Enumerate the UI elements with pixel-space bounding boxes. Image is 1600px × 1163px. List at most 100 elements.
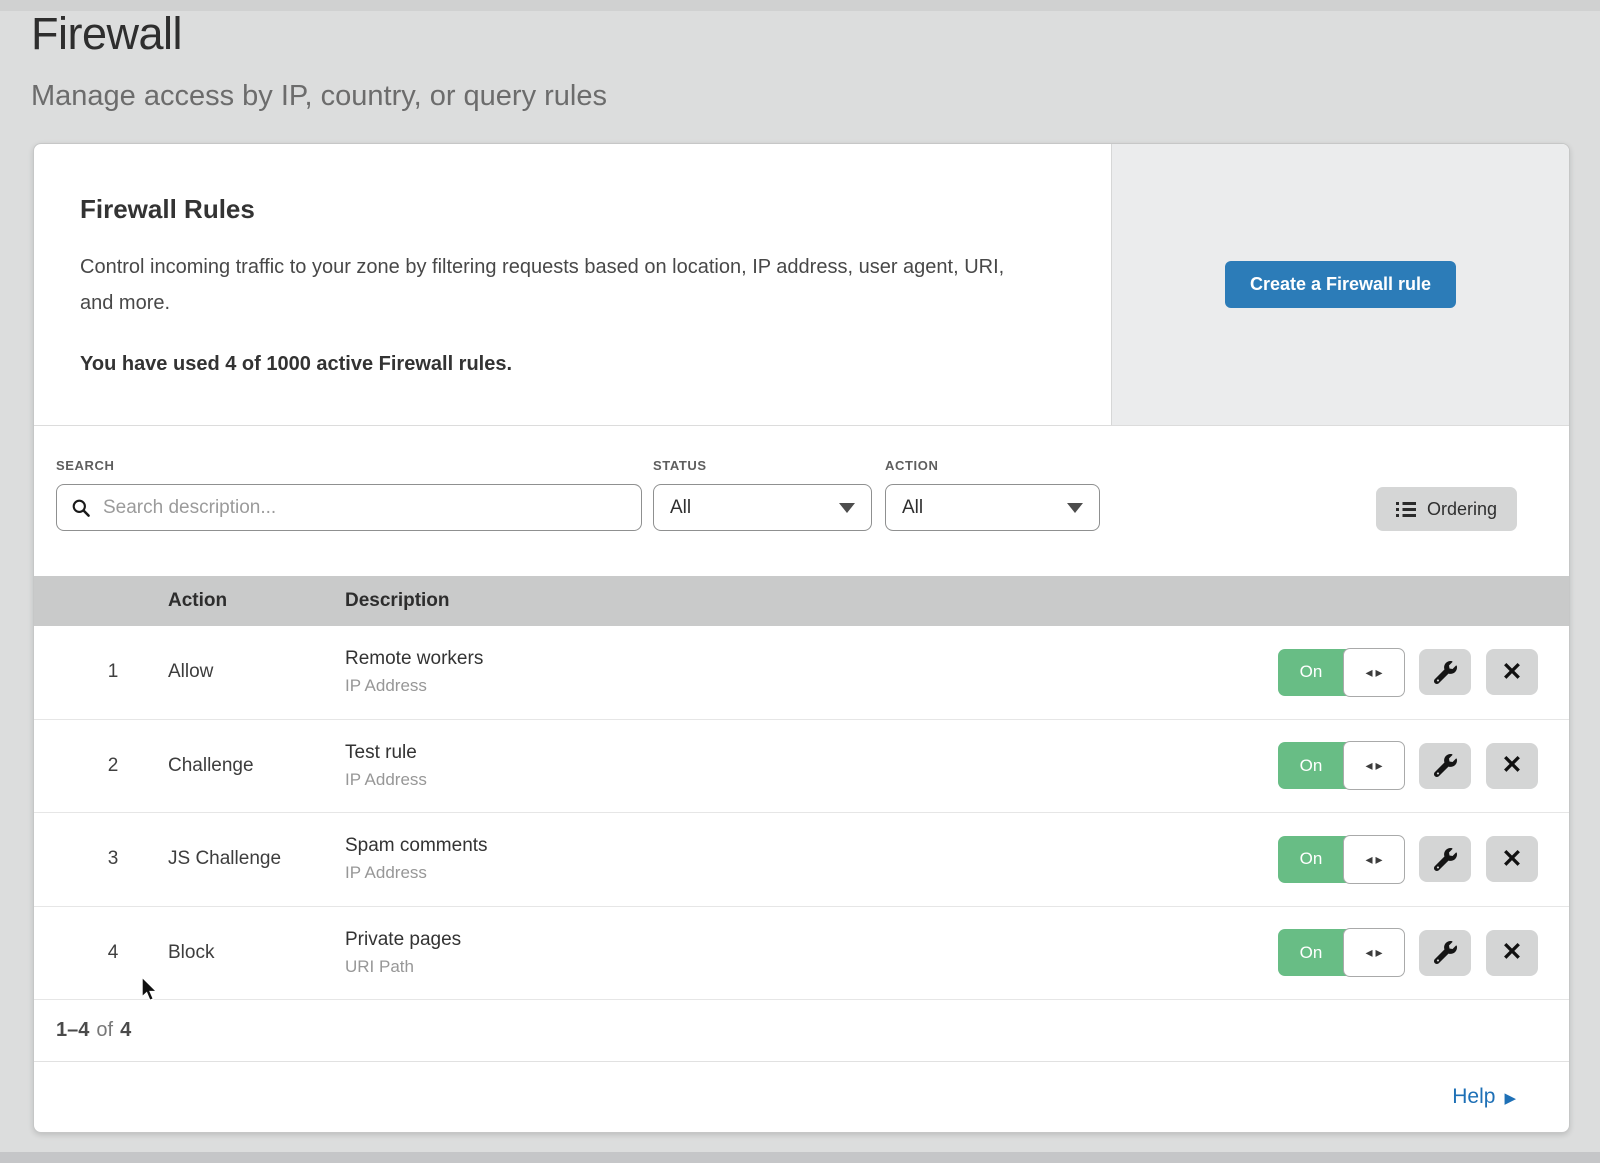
- toggle-on-segment[interactable]: On: [1278, 742, 1344, 789]
- row-number: 2: [34, 755, 168, 777]
- action-select-value: All: [902, 497, 923, 519]
- filters-section: SEARCH STATUS All ACTION All Ordering: [34, 426, 1569, 576]
- pagination-of-label: of: [96, 1019, 113, 1042]
- delete-rule-button[interactable]: ✕: [1486, 836, 1538, 882]
- edit-rule-button[interactable]: [1419, 649, 1471, 695]
- table-row: 4 Block Private pages URI Path On ◂ ▸: [34, 907, 1569, 1001]
- rule-toggle[interactable]: On ◂ ▸: [1278, 649, 1404, 696]
- row-description: Test rule IP Address: [345, 742, 1278, 790]
- intro-text-pane: Firewall Rules Control incoming traffic …: [34, 144, 1111, 425]
- firewall-rules-card: Firewall Rules Control incoming traffic …: [33, 143, 1570, 1133]
- pagination-total: 4: [120, 1019, 131, 1042]
- row-description-subtitle: URI Path: [345, 957, 1278, 977]
- row-action: Block: [168, 942, 345, 964]
- chevron-down-icon: [839, 503, 855, 513]
- ordering-list-icon: [1396, 501, 1416, 518]
- close-icon: ✕: [1502, 753, 1523, 778]
- toggle-arrow-left-icon: ◂: [1365, 664, 1372, 681]
- toggle-handle[interactable]: ◂ ▸: [1343, 835, 1405, 884]
- toggle-on-segment[interactable]: On: [1278, 929, 1344, 976]
- row-controls: On ◂ ▸ ✕: [1278, 649, 1569, 696]
- delete-rule-button[interactable]: ✕: [1486, 930, 1538, 976]
- intro-section: Firewall Rules Control incoming traffic …: [34, 144, 1569, 426]
- row-description-title: Private pages: [345, 929, 1278, 951]
- rule-toggle[interactable]: On ◂ ▸: [1278, 929, 1404, 976]
- ordering-button-label: Ordering: [1427, 499, 1497, 520]
- table-row: 1 Allow Remote workers IP Address On ◂ ▸: [34, 626, 1569, 720]
- row-description-subtitle: IP Address: [345, 676, 1278, 696]
- wrench-icon: [1434, 661, 1457, 684]
- toggle-handle[interactable]: ◂ ▸: [1343, 648, 1405, 697]
- create-rule-pane: Create a Firewall rule: [1111, 144, 1569, 425]
- toggle-arrow-right-icon: ▸: [1376, 944, 1383, 961]
- chevron-down-icon: [1067, 503, 1083, 513]
- row-description-title: Test rule: [345, 742, 1278, 764]
- row-description: Spam comments IP Address: [345, 835, 1278, 883]
- wrench-icon: [1434, 848, 1457, 871]
- edit-rule-button[interactable]: [1419, 930, 1471, 976]
- window-top-edge: [0, 0, 1600, 11]
- toggle-on-segment[interactable]: On: [1278, 649, 1344, 696]
- pagination-summary: 1–4 of 4: [34, 1000, 1569, 1061]
- search-icon: [71, 498, 91, 518]
- row-controls: On ◂ ▸ ✕: [1278, 742, 1569, 789]
- edit-rule-button[interactable]: [1419, 836, 1471, 882]
- help-link[interactable]: Help ▶: [1452, 1085, 1516, 1109]
- row-action: JS Challenge: [168, 848, 345, 870]
- page-subtitle: Manage access by IP, country, or query r…: [31, 80, 607, 113]
- status-select-value: All: [670, 497, 691, 519]
- row-controls: On ◂ ▸ ✕: [1278, 836, 1569, 883]
- rule-toggle[interactable]: On ◂ ▸: [1278, 742, 1404, 789]
- table-header: Action Description: [34, 576, 1569, 626]
- toggle-arrow-right-icon: ▸: [1376, 664, 1383, 681]
- rules-list: 1 Allow Remote workers IP Address On ◂ ▸: [34, 626, 1569, 1000]
- close-icon: ✕: [1502, 940, 1523, 965]
- pagination-range: 1–4: [56, 1019, 89, 1042]
- toggle-handle[interactable]: ◂ ▸: [1343, 741, 1405, 790]
- edit-rule-button[interactable]: [1419, 743, 1471, 789]
- toggle-handle[interactable]: ◂ ▸: [1343, 928, 1405, 977]
- delete-rule-button[interactable]: ✕: [1486, 743, 1538, 789]
- close-icon: ✕: [1502, 847, 1523, 872]
- help-arrow-icon: ▶: [1504, 1089, 1516, 1106]
- usage-summary: You have used 4 of 1000 active Firewall …: [80, 353, 1051, 376]
- toggle-arrow-right-icon: ▸: [1376, 757, 1383, 774]
- rule-toggle[interactable]: On ◂ ▸: [1278, 836, 1404, 883]
- search-label: SEARCH: [56, 458, 115, 473]
- card-heading: Firewall Rules: [80, 194, 1051, 225]
- wrench-icon: [1434, 754, 1457, 777]
- close-icon: ✕: [1502, 660, 1523, 685]
- row-controls: On ◂ ▸ ✕: [1278, 929, 1569, 976]
- toggle-arrow-right-icon: ▸: [1376, 851, 1383, 868]
- help-link-label: Help: [1452, 1085, 1495, 1109]
- wrench-icon: [1434, 941, 1457, 964]
- row-action: Allow: [168, 661, 345, 683]
- row-number: 4: [34, 942, 168, 964]
- card-footer: Help ▶: [34, 1061, 1569, 1132]
- card-description: Control incoming traffic to your zone by…: [80, 249, 1040, 321]
- toggle-arrow-left-icon: ◂: [1365, 757, 1372, 774]
- create-firewall-rule-button[interactable]: Create a Firewall rule: [1225, 261, 1456, 308]
- row-action: Challenge: [168, 755, 345, 777]
- row-description-subtitle: IP Address: [345, 770, 1278, 790]
- ordering-button[interactable]: Ordering: [1376, 487, 1517, 531]
- status-select[interactable]: All: [653, 484, 872, 531]
- column-header-description: Description: [345, 590, 450, 612]
- row-description-title: Spam comments: [345, 835, 1278, 857]
- toggle-on-segment[interactable]: On: [1278, 836, 1344, 883]
- row-description: Private pages URI Path: [345, 929, 1278, 977]
- window-bottom-edge: [0, 1152, 1600, 1163]
- search-input[interactable]: [101, 496, 629, 520]
- delete-rule-button[interactable]: ✕: [1486, 649, 1538, 695]
- action-label: ACTION: [885, 458, 938, 473]
- search-field[interactable]: [56, 484, 642, 531]
- table-row: 3 JS Challenge Spam comments IP Address …: [34, 813, 1569, 907]
- toggle-arrow-left-icon: ◂: [1365, 851, 1372, 868]
- action-select[interactable]: All: [885, 484, 1100, 531]
- row-number: 1: [34, 661, 168, 683]
- table-row: 2 Challenge Test rule IP Address On ◂ ▸: [34, 720, 1569, 814]
- row-description: Remote workers IP Address: [345, 648, 1278, 696]
- toggle-arrow-left-icon: ◂: [1365, 944, 1372, 961]
- row-description-subtitle: IP Address: [345, 863, 1278, 883]
- row-description-title: Remote workers: [345, 648, 1278, 670]
